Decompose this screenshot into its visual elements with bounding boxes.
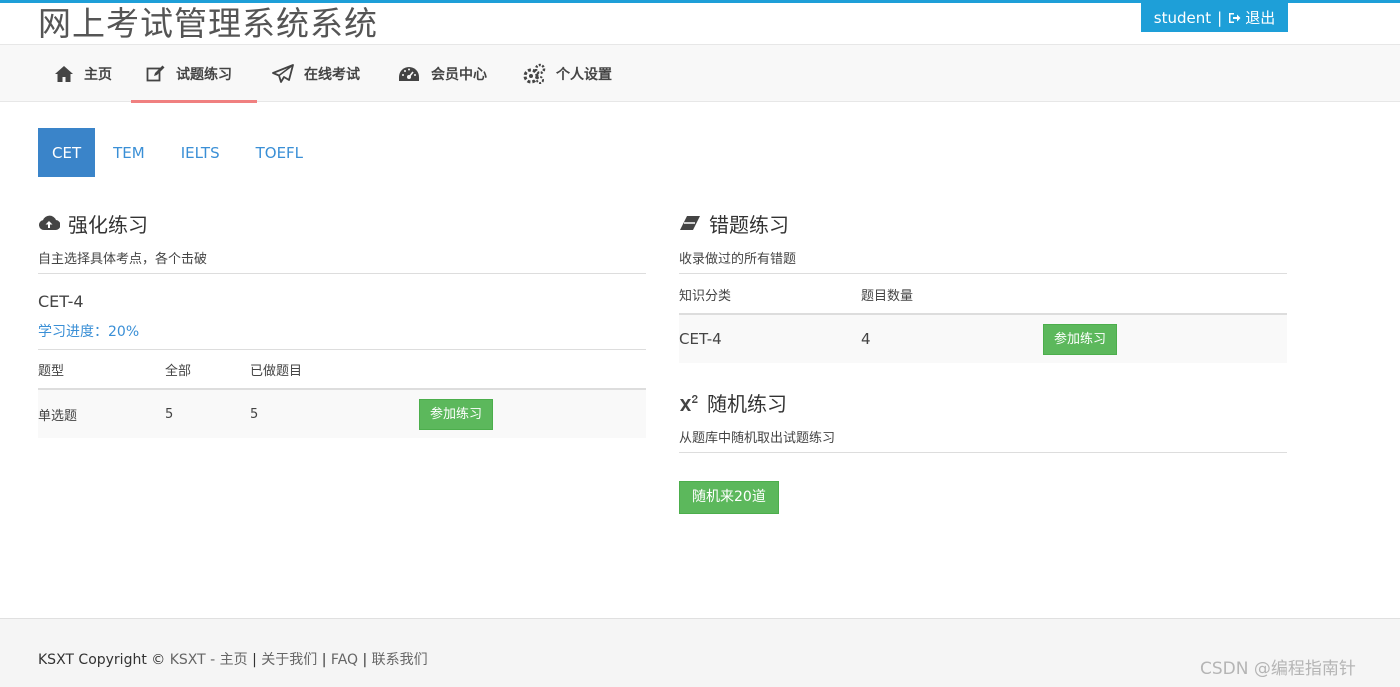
progress-text: 学习进度：20%: [38, 321, 646, 350]
cell-action: 参加练习: [1043, 314, 1287, 363]
col-header-action: [1043, 275, 1287, 315]
logout-link[interactable]: 退出: [1245, 7, 1275, 28]
random-button-wrap: 随机来20道: [679, 481, 1287, 514]
intensive-title: 强化练习: [68, 212, 148, 237]
table-header-row: 知识分类 题目数量: [679, 275, 1287, 315]
nav-item-online-exam[interactable]: 在线考试: [266, 45, 366, 102]
edit-icon: [146, 65, 165, 81]
intensive-subject: CET-4: [38, 292, 84, 311]
nav-item-label: 试题练习: [176, 66, 232, 83]
exam-type-tabs: CET TEM IELTS TOEFL: [38, 128, 321, 177]
footer-separator: |: [321, 652, 327, 668]
nav-item-label: 会员中心: [431, 66, 487, 83]
gears-icon: [523, 63, 546, 84]
cell-done: 5: [250, 389, 419, 438]
intensive-table: 题型 全部 已做题目 单选题 5 5 参加练习: [38, 350, 646, 438]
col-header-action: [419, 350, 646, 390]
col-header-category: 知识分类: [679, 275, 861, 315]
dashboard-icon: [399, 66, 419, 81]
col-header-done: 已做题目: [250, 350, 419, 390]
footer-link-home[interactable]: - 主页: [210, 652, 248, 668]
tab-cet[interactable]: CET: [38, 128, 96, 177]
nav-item-label: 在线考试: [304, 66, 360, 83]
wrong-desc: 收录做过的所有错题: [679, 248, 1287, 274]
eraser-icon: [680, 216, 700, 230]
tab-tem[interactable]: TEM: [95, 128, 163, 177]
join-practice-button[interactable]: 参加练习: [419, 398, 494, 430]
wrong-join-practice-button[interactable]: 参加练习: [1043, 323, 1118, 355]
logout-icon[interactable]: [1228, 12, 1241, 24]
intensive-practice-panel: 强化练习 自主选择具体考点，各个击破 CET-4 学习进度：20% 题型 全部 …: [38, 208, 646, 438]
nav-item-practice[interactable]: 试题练习: [131, 45, 257, 103]
wrong-title: 错题练习: [709, 212, 789, 237]
header: 网上考试管理系统系统 student | 退出: [0, 3, 1400, 44]
home-icon: [55, 65, 73, 82]
footer-separator: |: [252, 652, 257, 668]
table-row: CET-4 4 参加练习: [679, 314, 1287, 363]
cell-total: 5: [165, 389, 250, 438]
col-header-type: 题型: [38, 350, 165, 390]
footer-separator: |: [362, 652, 368, 668]
main-navbar: 主页 试题练习 在线考试 会员中心 个人设置: [0, 44, 1400, 103]
random-practice-section: 随机练习 从题库中随机取出试题练习 随机来20道: [679, 387, 1287, 514]
footer-text: KSXT Copyright © KSXT - 主页 | 关于我们 | FAQ …: [38, 649, 428, 669]
wrong-practice-panel: 错题练习 收录做过的所有错题 知识分类 题目数量 CET-4 4 参加练习 随机…: [679, 208, 1287, 514]
intensive-desc: 自主选择具体考点，各个击破: [38, 248, 646, 274]
nav-item-member[interactable]: 会员中心: [391, 45, 493, 102]
random-heading: 随机练习: [679, 387, 1287, 417]
username-link[interactable]: student: [1154, 9, 1211, 27]
col-header-count: 题目数量: [861, 275, 1043, 315]
col-header-total: 全部: [165, 350, 250, 390]
table-header-row: 题型 全部 已做题目: [38, 350, 646, 390]
copyright-text: KSXT Copyright ©: [38, 652, 170, 668]
site-title: 网上考试管理系统系统: [38, 4, 378, 43]
user-separator: |: [1217, 8, 1223, 27]
cell-action: 参加练习: [419, 389, 646, 438]
wrong-heading: 错题练习: [679, 208, 1287, 238]
footer-link-faq[interactable]: FAQ: [331, 652, 358, 668]
cell-category: CET-4: [679, 314, 861, 363]
nav-item-settings[interactable]: 个人设置: [516, 45, 618, 102]
table-row: 单选题 5 5 参加练习: [38, 389, 646, 438]
random-title: 随机练习: [707, 391, 787, 416]
tab-ielts[interactable]: IELTS: [163, 128, 238, 177]
footer: KSXT Copyright © KSXT - 主页 | 关于我们 | FAQ …: [0, 618, 1400, 687]
random-desc: 从题库中随机取出试题练习: [679, 427, 1287, 453]
cell-type: 单选题: [38, 389, 165, 438]
random-20-button[interactable]: 随机来20道: [679, 481, 779, 514]
wrong-table: 知识分类 题目数量 CET-4 4 参加练习: [679, 275, 1287, 363]
intensive-heading: 强化练习: [38, 208, 646, 238]
user-box: student | 退出: [1141, 3, 1288, 32]
cell-count: 4: [861, 314, 1043, 363]
paper-plane-icon: [272, 63, 294, 83]
nav-item-home[interactable]: 主页: [48, 45, 118, 102]
nav-item-label: 个人设置: [556, 66, 612, 83]
tab-toefl[interactable]: TOEFL: [238, 128, 321, 177]
footer-link-contact[interactable]: 联系我们: [372, 652, 428, 668]
footer-brand-link[interactable]: KSXT: [170, 652, 206, 668]
watermark-text: CSDN @编程指南针: [1200, 659, 1356, 679]
superscript-icon: [680, 395, 698, 411]
nav-item-label: 主页: [84, 66, 112, 83]
footer-link-about[interactable]: 关于我们: [261, 652, 317, 668]
cloud-upload-icon: [39, 215, 60, 231]
